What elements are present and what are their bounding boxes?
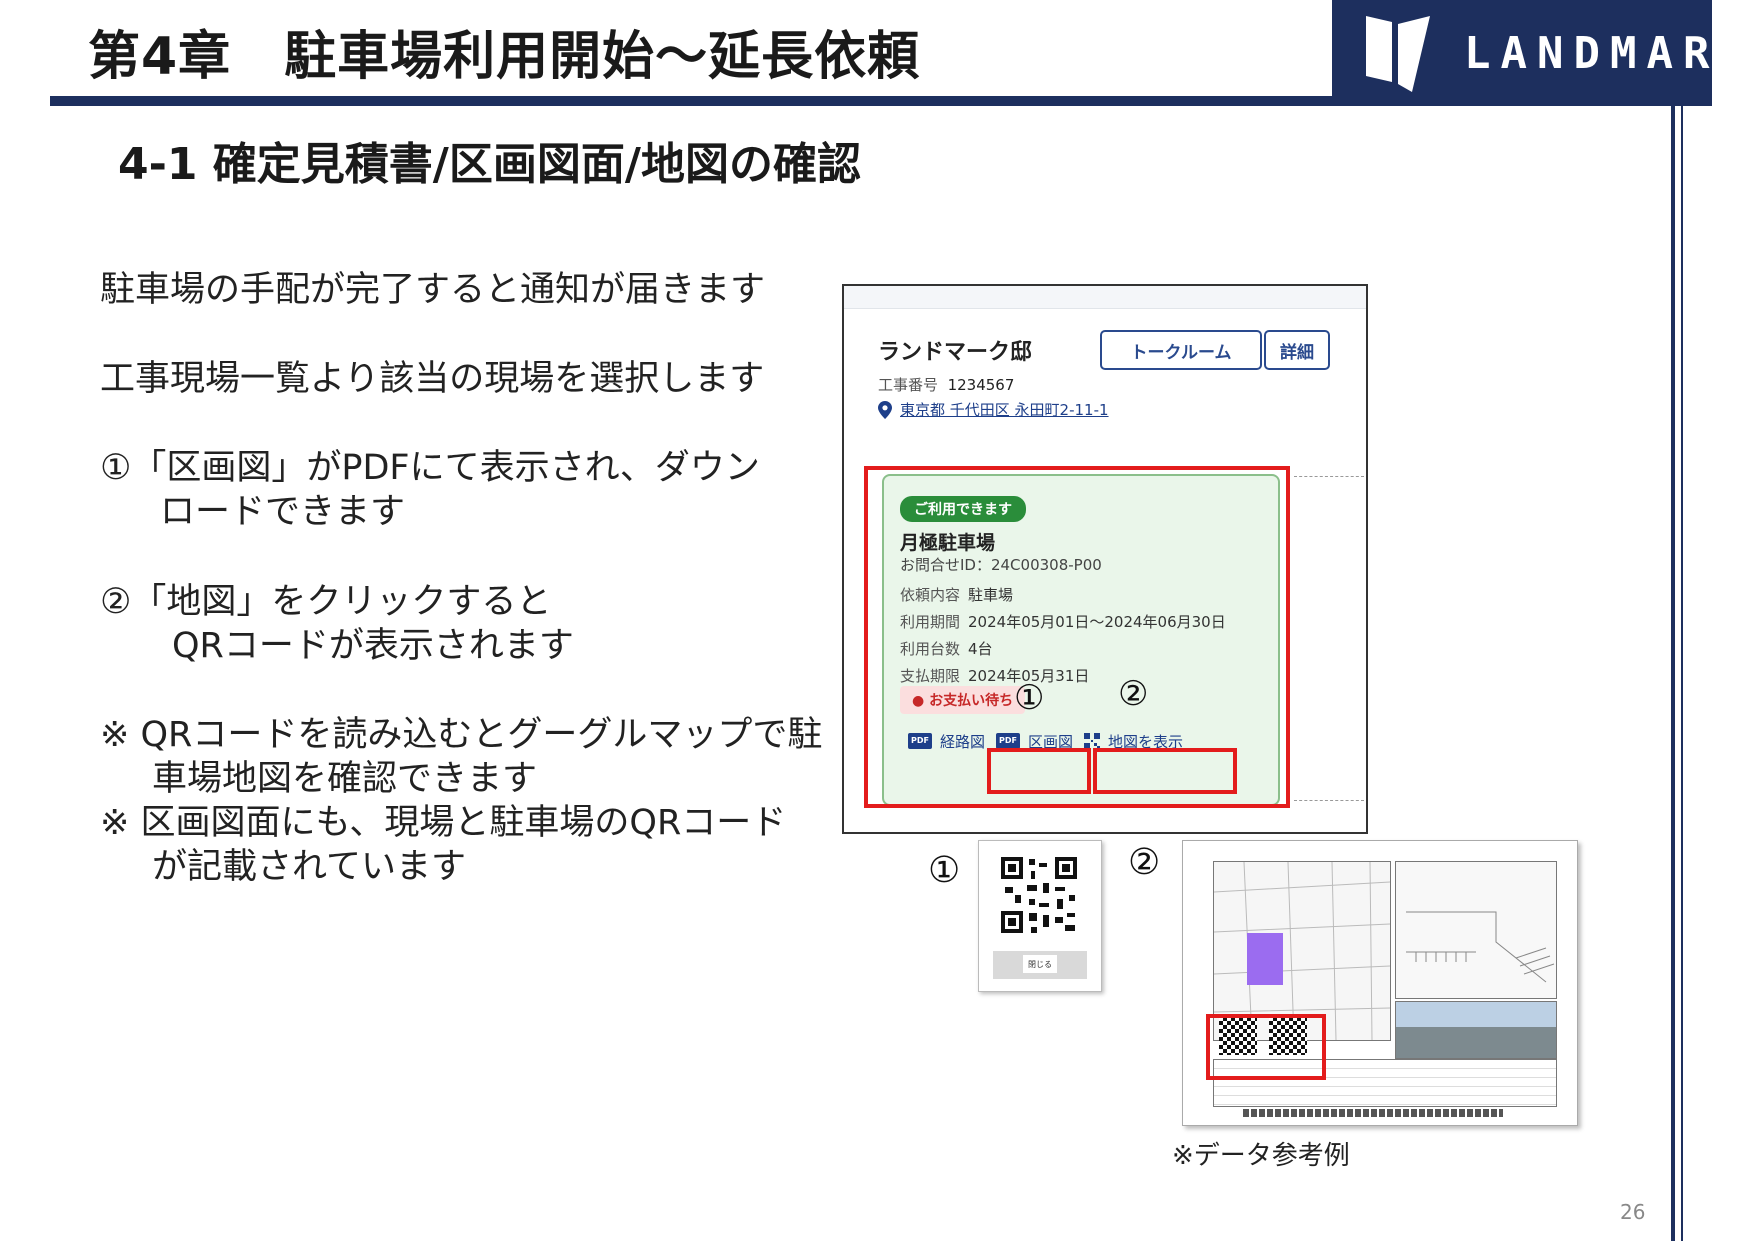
job-number-value: 1234567 — [947, 376, 1015, 394]
right-border-inner — [1681, 106, 1683, 1241]
qr-code-image — [999, 855, 1079, 935]
qr-code-popup: 閉じる — [978, 840, 1102, 992]
select-site-text: 工事現場一覧より該当の現場を選択します — [100, 359, 765, 399]
item1-text: ①「区画図」がPDFにて表示され、ダウン — [100, 448, 760, 488]
footnote-lines — [1243, 1109, 1503, 1117]
note1-text-cont: 車場地図を確認できます — [152, 759, 538, 799]
example-marker-one: ① — [928, 850, 961, 891]
parking-photo — [1395, 1001, 1557, 1059]
parking-lot-highlight — [1247, 933, 1283, 985]
talk-room-button[interactable]: トークルーム — [1100, 330, 1262, 370]
logo: LANDMARK — [1332, 0, 1746, 106]
parking-layout-drawing — [1406, 911, 1555, 983]
parking-layout-map — [1395, 861, 1557, 999]
job-number: 工事番号 1234567 — [878, 374, 1014, 395]
page-number: 26 — [1620, 1200, 1646, 1224]
qr-codes-highlight — [1206, 1014, 1326, 1080]
item2-text-cont: QRコードが表示されます — [172, 626, 574, 666]
address-link[interactable]: 東京都 千代田区 永田町2-11-1 — [900, 399, 1109, 420]
notice-text: 駐車場の手配が完了すると通知が届きます — [100, 270, 766, 310]
app-top-band — [844, 286, 1366, 309]
job-number-label: 工事番号 — [878, 376, 939, 394]
divider — [1294, 800, 1364, 801]
section-map-document — [1182, 840, 1578, 1126]
item1-text-cont: ロードできます — [160, 492, 406, 532]
chapter-title: 第4章 駐車場利用開始～延長依頼 — [88, 27, 921, 87]
item2-text: ②「地図」をクリックすると — [100, 582, 552, 622]
note1-text: ※ QRコードを読み込むとグーグルマップで駐 — [100, 715, 823, 755]
location-pin-icon — [878, 400, 892, 419]
detail-button[interactable]: 詳細 — [1264, 330, 1330, 370]
landmark-logo-icon — [1366, 16, 1430, 92]
right-border — [1671, 106, 1675, 1241]
note2-text: ※ 区画図面にも、現場と駐車場のQRコード — [100, 803, 787, 843]
note2-text-cont: が記載されています — [152, 847, 466, 887]
address-row[interactable]: 東京都 千代田区 永田町2-11-1 — [878, 399, 1109, 420]
section-map-highlight — [987, 748, 1091, 794]
close-button[interactable]: 閉じる — [1023, 955, 1057, 973]
section-title: 4-1 確定見積書/区画図面/地図の確認 — [118, 139, 861, 190]
example-marker-two: ② — [1128, 842, 1161, 883]
site-name: ランドマーク邸 — [878, 340, 1033, 365]
show-map-highlight — [1093, 748, 1237, 794]
reference-note: ※データ参考例 — [1172, 1141, 1350, 1171]
popup-footer: 閉じる — [993, 951, 1087, 979]
divider — [1294, 476, 1364, 477]
logo-text: LANDMARK — [1464, 28, 1755, 79]
